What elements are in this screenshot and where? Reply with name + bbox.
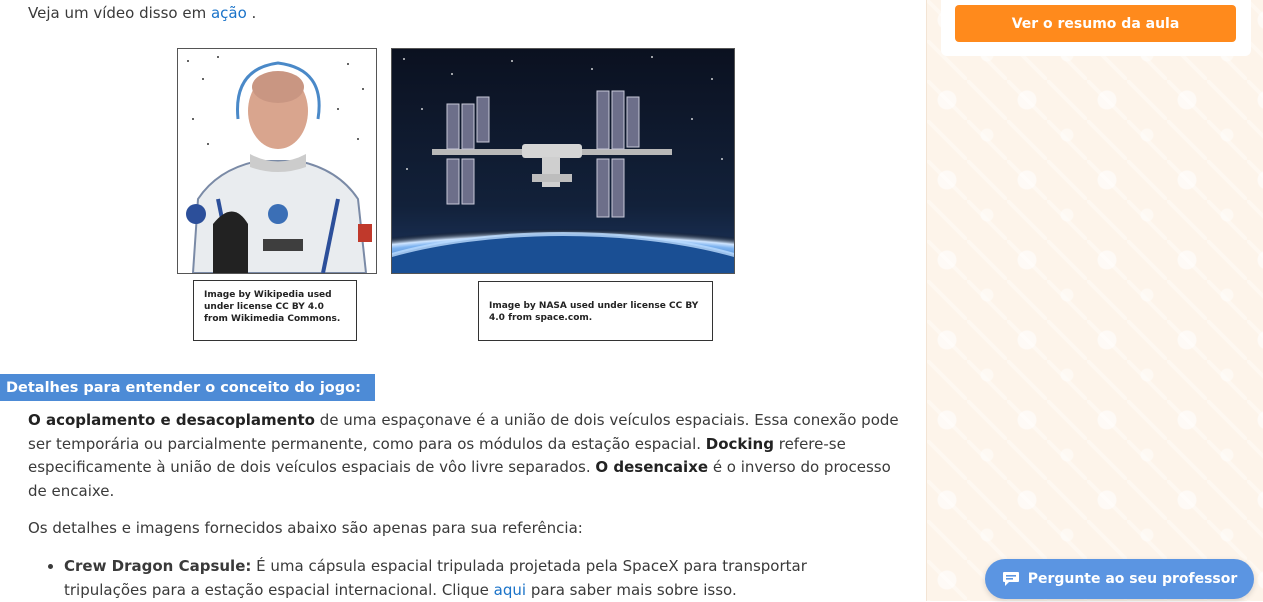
term-undocking: O desencaixe [595, 458, 709, 476]
video-link[interactable]: ação [211, 4, 247, 22]
lesson-content: Veja um vídeo disso em ação . Image by W… [0, 0, 926, 601]
intro-suffix: . [246, 4, 257, 22]
astronaut-image [177, 48, 377, 274]
section-heading: Detalhes para entender o conceito do jog… [0, 374, 375, 401]
paragraph-reference: Os detalhes e imagens fornecidos abaixo … [28, 519, 583, 537]
sidebar-pattern [926, 0, 1263, 601]
station-caption: Image by NASA used under license CC BY 4… [478, 281, 713, 341]
term-docking: Docking [705, 434, 774, 453]
list-item: Crew Dragon Capsule: É uma cápsula espac… [64, 555, 864, 602]
station-illustration [392, 49, 734, 273]
intro-text: Veja um vídeo disso em [28, 4, 211, 22]
paragraph-docking: O acoplamento e desacoplamento de uma es… [28, 409, 903, 503]
astronaut-caption: Image by Wikipedia used under license CC… [193, 280, 357, 341]
ask-teacher-label: Pergunte ao seu professor [1027, 571, 1238, 587]
chat-bubble-icon [1002, 572, 1019, 586]
lesson-summary-button[interactable]: Ver o resumo da aula [955, 5, 1236, 42]
ask-teacher-button[interactable]: Pergunte ao seu professor [985, 559, 1254, 599]
video-intro: Veja um vídeo disso em ação . [28, 4, 256, 22]
term-docking-undocking: O acoplamento e desacoplamento [28, 411, 315, 429]
more-info-link[interactable]: aqui [494, 581, 526, 599]
details-list: Crew Dragon Capsule: É uma cápsula espac… [28, 555, 864, 602]
list-item-title: Crew Dragon Capsule: [64, 557, 252, 575]
list-item-suffix: para saber mais sobre isso. [526, 580, 737, 599]
space-station-image [391, 48, 735, 274]
astronaut-illustration [178, 49, 376, 273]
